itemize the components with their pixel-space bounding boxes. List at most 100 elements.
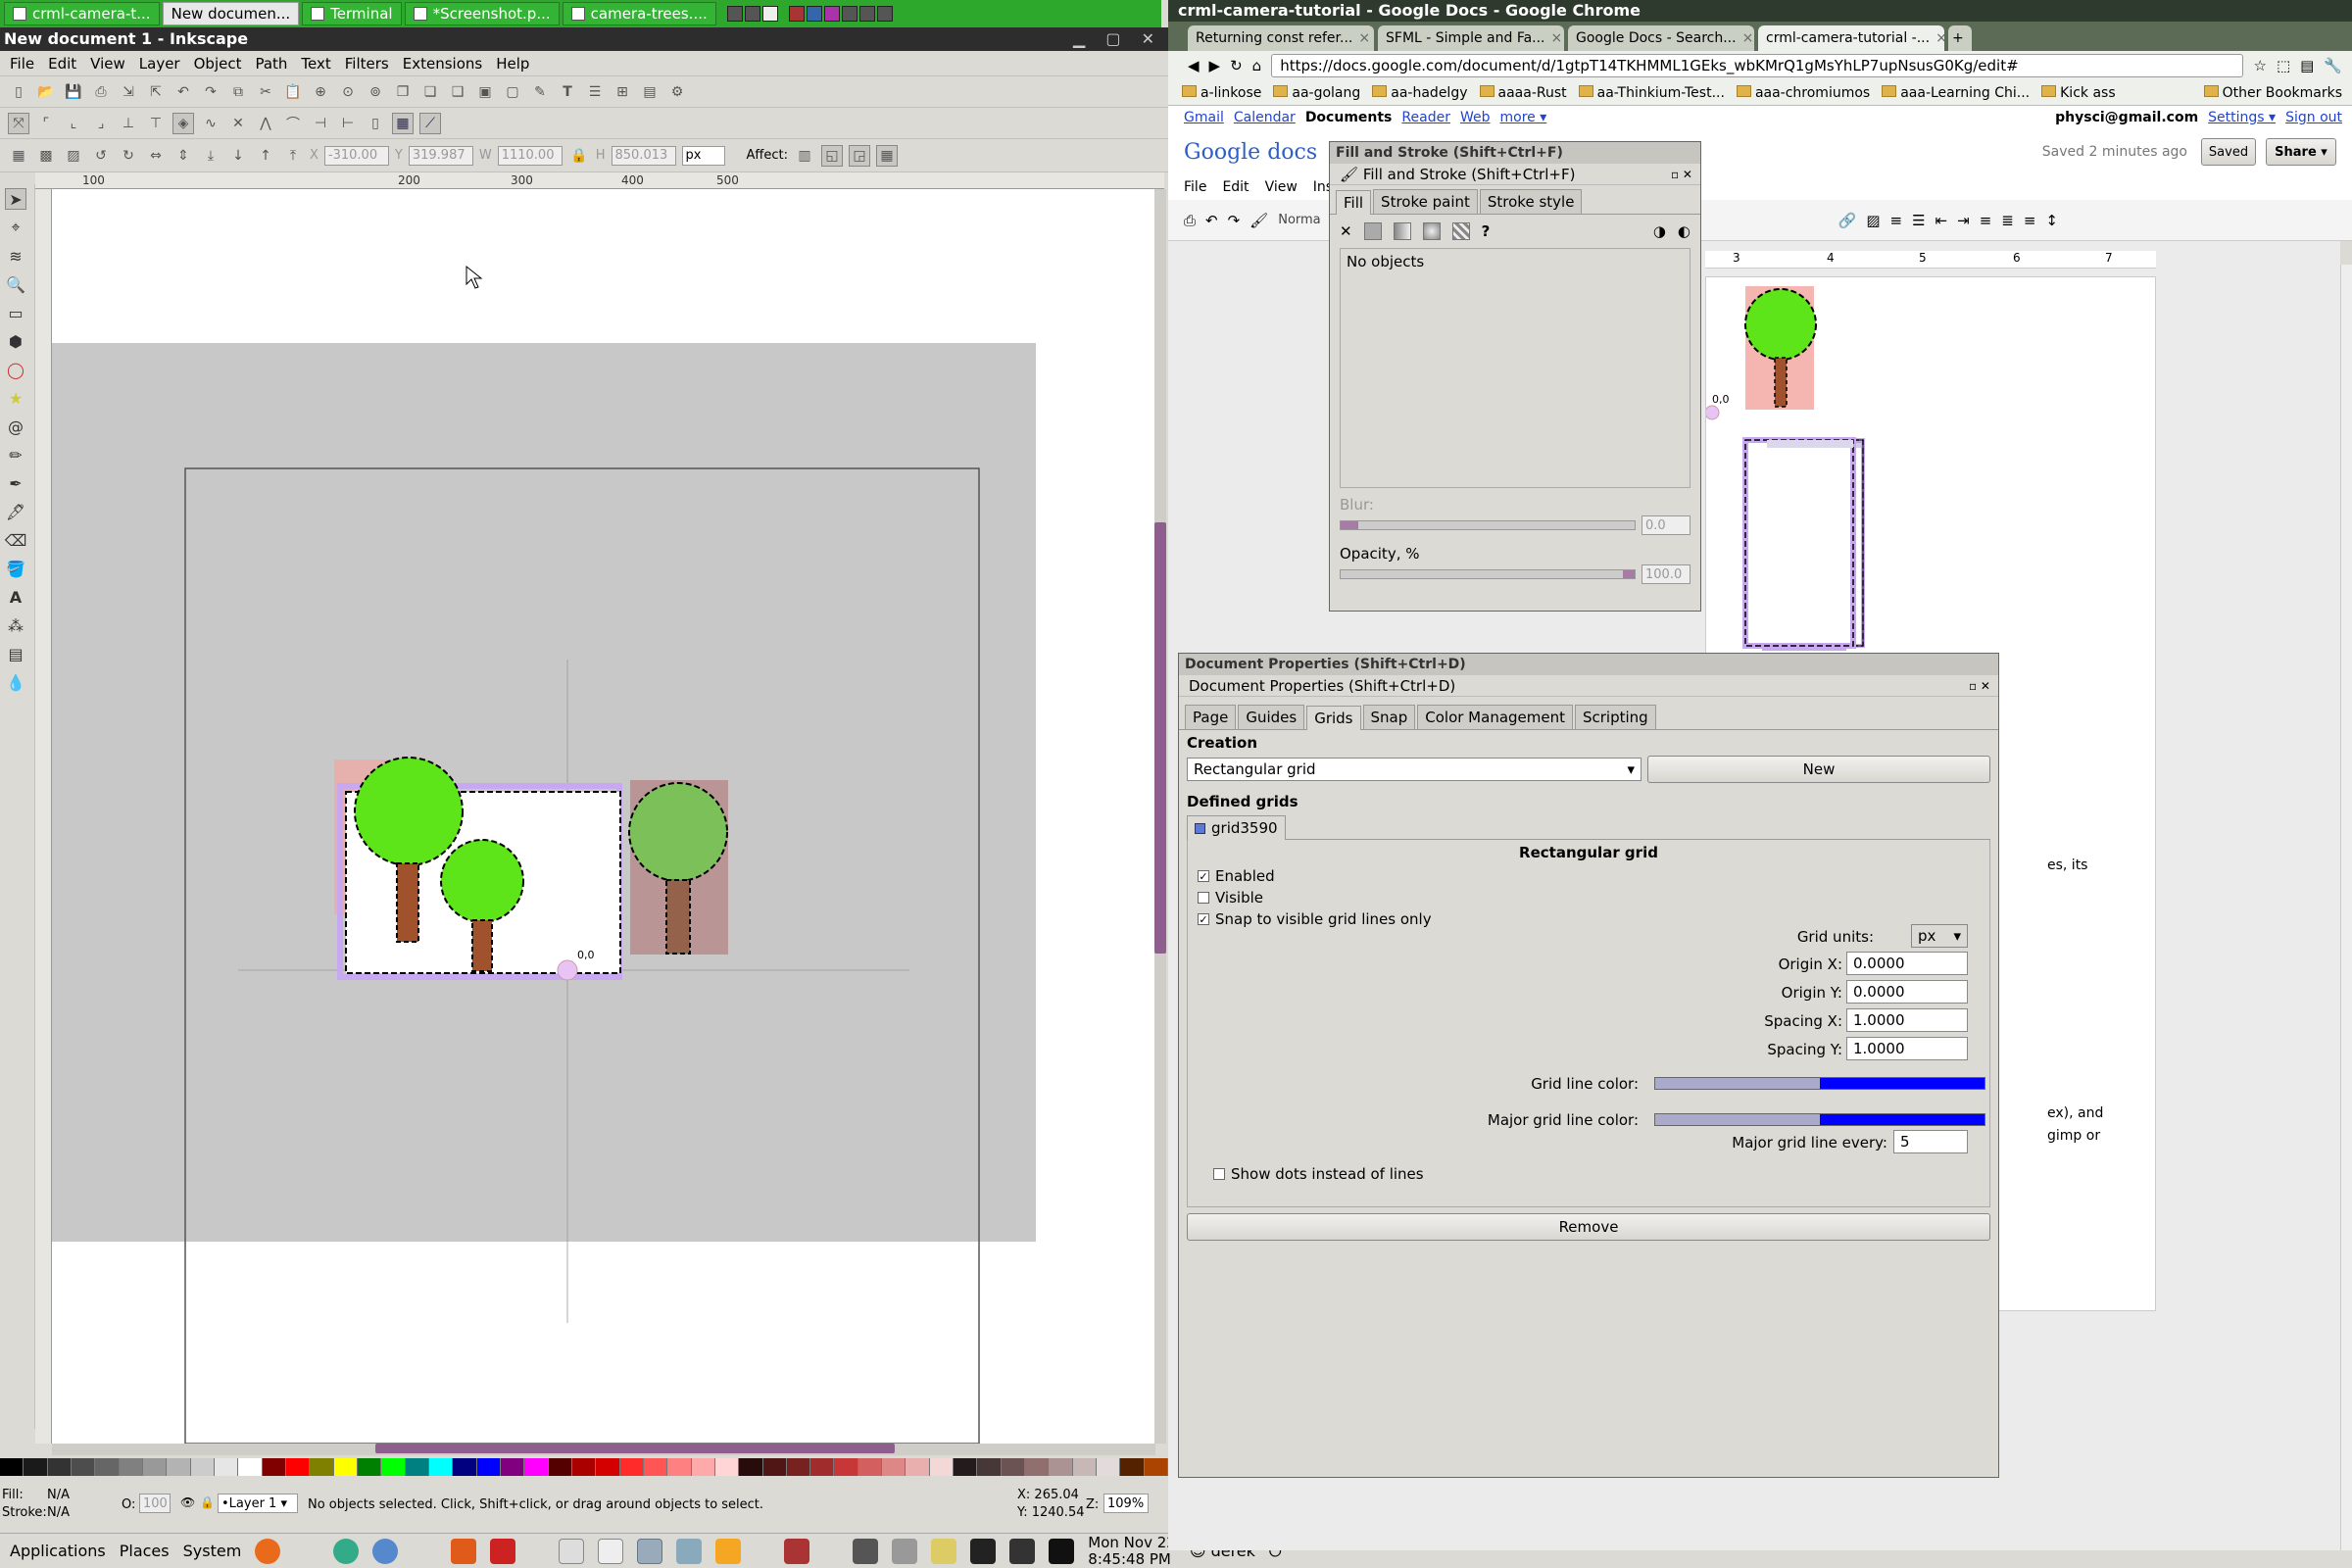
dialog-close-icon[interactable]: ▫ ✕ xyxy=(1671,164,1692,185)
system-menu[interactable]: System xyxy=(183,1542,242,1560)
export-icon[interactable]: ⇱ xyxy=(145,81,167,103)
docs-line-spacing-icon[interactable]: ↕ xyxy=(2045,212,2058,229)
docs-scrollbar[interactable] xyxy=(2340,265,2352,1550)
spiral-tool-icon[interactable]: @ xyxy=(5,416,26,437)
select-all-icon[interactable]: ▦ xyxy=(8,145,29,167)
preferences-icon[interactable]: ⚙ xyxy=(666,81,688,103)
node-tool-icon[interactable]: ⌖ xyxy=(5,217,26,238)
battery-icon[interactable] xyxy=(1009,1538,1036,1564)
palette-swatch[interactable] xyxy=(643,1458,668,1476)
zoom-drawing-icon[interactable]: ⊙ xyxy=(337,81,359,103)
visible-checkbox[interactable] xyxy=(1198,892,1209,904)
snap-intersections-icon[interactable]: ✕ xyxy=(227,113,249,134)
tree-canopy[interactable] xyxy=(354,757,464,866)
lock-icon[interactable]: 🔒 xyxy=(568,145,590,167)
gbar-more[interactable]: more ▾ xyxy=(1499,110,1546,125)
fill-rule-nonzero-icon[interactable]: ◐ xyxy=(1678,222,1690,240)
snap-midpoints-icon[interactable]: ⊥ xyxy=(118,113,139,134)
docs-align-left-icon[interactable]: ≡ xyxy=(1980,212,1992,229)
gbar-reader[interactable]: Reader xyxy=(1401,110,1450,125)
docs-link-icon[interactable]: 🔗 xyxy=(1838,212,1857,229)
palette-swatch[interactable] xyxy=(381,1458,406,1476)
bookmark-folder[interactable]: aa-hadelgy xyxy=(1372,85,1467,101)
snap-cusp-icon[interactable]: ⋀ xyxy=(255,113,276,134)
selector-tool-icon[interactable]: ➤ xyxy=(5,188,26,210)
docs-align-right-icon[interactable]: ≡ xyxy=(2024,212,2036,229)
bookmark-folder[interactable]: a-linkose xyxy=(1182,85,1261,101)
bookmark-folder[interactable]: aaa-Learning Chi... xyxy=(1882,85,2030,101)
group-icon[interactable]: ▣ xyxy=(474,81,496,103)
opacity-input[interactable]: 100 xyxy=(139,1494,171,1513)
palette-swatch[interactable] xyxy=(954,1458,978,1476)
palette-swatch[interactable] xyxy=(24,1458,48,1476)
close-tab-icon[interactable]: × xyxy=(1936,30,1944,46)
tree-trunk[interactable] xyxy=(665,879,691,955)
vertical-scrollbar[interactable] xyxy=(1154,189,1166,1444)
snap-nodes-icon[interactable]: ◈ xyxy=(172,112,194,134)
text-tool-icon[interactable]: A xyxy=(5,586,26,608)
lower-bottom-icon[interactable]: ⤓ xyxy=(200,145,221,167)
pen-tool-icon[interactable]: ✒ xyxy=(5,472,26,494)
editor-launcher-icon[interactable] xyxy=(598,1538,624,1564)
snap-page-icon[interactable]: ▯ xyxy=(365,113,386,134)
workspace-switcher[interactable] xyxy=(726,6,778,22)
task-new-document[interactable]: New documen... xyxy=(162,2,300,25)
origin-x-input[interactable]: 0.0000 xyxy=(1846,952,1968,975)
color-palette[interactable] xyxy=(0,1458,1169,1478)
bookmark-folder[interactable]: aaaa-Rust xyxy=(1480,85,1567,101)
usb-launcher-icon[interactable] xyxy=(676,1538,703,1564)
palette-swatch[interactable] xyxy=(667,1458,692,1476)
task-screenshot[interactable]: *Screenshot.p... xyxy=(404,2,560,25)
eraser-tool-icon[interactable]: ⌫ xyxy=(5,529,27,551)
bookmark-star-icon[interactable]: ☆ xyxy=(2253,57,2266,74)
layer-select[interactable]: • Layer 1 ▾ xyxy=(218,1494,298,1513)
bookmark-folder[interactable]: aaa-chromiumos xyxy=(1737,85,1870,101)
rotate-ccw-icon[interactable]: ↺ xyxy=(90,145,112,167)
opacity-slider[interactable] xyxy=(1340,569,1636,579)
menu-view[interactable]: View xyxy=(90,55,125,73)
menu-edit[interactable]: Edit xyxy=(48,55,76,73)
tweak-tool-icon[interactable]: ≋ xyxy=(5,245,26,267)
snap-bbox-icon[interactable]: ⌜ xyxy=(35,113,57,134)
palette-swatch[interactable] xyxy=(476,1458,501,1476)
palette-swatch[interactable] xyxy=(929,1458,955,1476)
menu-text[interactable]: Text xyxy=(301,55,330,73)
task-camera-trees[interactable]: camera-trees.... xyxy=(562,2,716,25)
applications-menu[interactable]: Applications xyxy=(10,1542,106,1560)
gbar-documents[interactable]: Documents xyxy=(1305,110,1393,125)
menu-file[interactable]: File xyxy=(10,55,34,73)
copy-icon[interactable]: ⧉ xyxy=(227,81,249,103)
palette-swatch[interactable] xyxy=(786,1458,811,1476)
spray-tool-icon[interactable]: ⁂ xyxy=(5,614,26,636)
deselect-icon[interactable]: ▨ xyxy=(63,145,84,167)
palette-swatch[interactable] xyxy=(142,1458,168,1476)
palette-swatch[interactable] xyxy=(500,1458,525,1476)
docs-menu-view[interactable]: View xyxy=(1265,179,1298,195)
docs-paint-format-icon[interactable]: 🖌 xyxy=(1250,212,1268,229)
palette-swatch[interactable] xyxy=(95,1458,120,1476)
menu-help[interactable]: Help xyxy=(496,55,529,73)
radial-gradient-icon[interactable] xyxy=(1422,222,1441,240)
palette-swatch[interactable] xyxy=(428,1458,454,1476)
rectangle-tool-icon[interactable]: ▭ xyxy=(5,302,26,323)
palette-swatch[interactable] xyxy=(571,1458,597,1476)
palette-swatch[interactable] xyxy=(1120,1458,1145,1476)
palette-swatch[interactable] xyxy=(167,1458,191,1476)
snap-mid-icon[interactable]: ⊣ xyxy=(310,113,331,134)
horizontal-scrollbar[interactable] xyxy=(52,1444,1155,1455)
palette-swatch[interactable] xyxy=(285,1458,311,1476)
unlink-clone-icon[interactable]: ❑ xyxy=(447,81,468,103)
docs-numbered-list-icon[interactable]: ≡ xyxy=(1890,212,1903,229)
tab-color-management[interactable]: Color Management xyxy=(1417,705,1573,729)
dots-checkbox[interactable] xyxy=(1213,1168,1225,1180)
folder-icon[interactable] xyxy=(931,1538,957,1564)
palette-swatch[interactable] xyxy=(0,1458,24,1476)
palette-swatch[interactable] xyxy=(1072,1458,1098,1476)
tab-sfml[interactable]: SFML - Simple and Fa... × xyxy=(1378,25,1564,51)
visibility-eye-icon[interactable]: 👁 xyxy=(180,1495,195,1509)
window-controls[interactable]: ▁ ▢ ✕ xyxy=(1073,27,1162,51)
tab-stroke-style[interactable]: Stroke style xyxy=(1479,189,1583,214)
menu-path[interactable]: Path xyxy=(255,55,287,73)
palette-swatch[interactable] xyxy=(714,1458,740,1476)
palette-swatch[interactable] xyxy=(858,1458,883,1476)
